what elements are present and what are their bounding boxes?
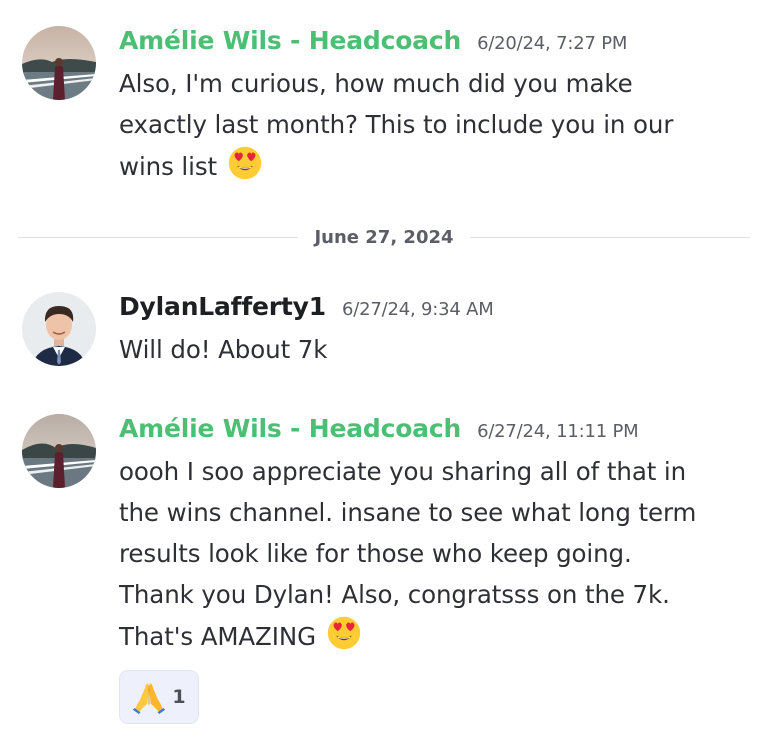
message-header: Amélie Wils - Headcoach 6/20/24, 7:27 PM bbox=[119, 26, 748, 60]
message-line: Thank you Dylan! Also, congratsss on the… bbox=[119, 580, 670, 609]
message-line: oooh I soo appreciate you sharing all of… bbox=[119, 457, 687, 486]
divider-line bbox=[469, 236, 750, 238]
message-header: DylanLafferty1 6/27/24, 9:34 AM bbox=[119, 292, 748, 326]
heart-eyes-emoji bbox=[326, 615, 362, 651]
message-line: Also, I'm curious, how much did you make bbox=[119, 69, 633, 98]
timestamp: 6/27/24, 9:34 AM bbox=[341, 299, 494, 320]
message-line-text: wins list bbox=[119, 152, 218, 181]
message-1: Amélie Wils - Headcoach 6/20/24, 7:27 PM… bbox=[0, 26, 768, 196]
author-name[interactable]: DylanLafferty1 bbox=[119, 292, 326, 321]
message-line: the wins channel. insane to see what lon… bbox=[119, 498, 697, 527]
author-name[interactable]: Amélie Wils - Headcoach bbox=[119, 26, 461, 55]
message-content: Amélie Wils - Headcoach 6/20/24, 7:27 PM… bbox=[119, 26, 748, 187]
reaction-count: 1 bbox=[172, 686, 186, 708]
message-line-last: That's AMAZING bbox=[119, 615, 748, 657]
divider-line bbox=[18, 236, 299, 238]
avatar[interactable] bbox=[22, 292, 96, 366]
avatar[interactable] bbox=[22, 26, 96, 100]
timestamp: 6/20/24, 7:27 PM bbox=[477, 33, 628, 54]
message-line: exactly last month? This to include you … bbox=[119, 110, 674, 139]
message-header: Amélie Wils - Headcoach 6/27/24, 11:11 P… bbox=[119, 414, 748, 448]
message-line-text: That's AMAZING bbox=[119, 622, 316, 651]
message-line: results look like for those who keep goi… bbox=[119, 539, 632, 568]
reaction-button[interactable]: 1 bbox=[119, 670, 199, 724]
message-line-last: wins list bbox=[119, 145, 748, 187]
date-divider: June 27, 2024 bbox=[18, 225, 750, 249]
message-text: Also, I'm curious, how much did you make… bbox=[119, 63, 748, 187]
message-text: oooh I soo appreciate you sharing all of… bbox=[119, 451, 748, 657]
divider-date-label: June 27, 2024 bbox=[314, 226, 454, 248]
timestamp: 6/27/24, 11:11 PM bbox=[477, 421, 639, 442]
message-2: DylanLafferty1 6/27/24, 9:34 AM Will do!… bbox=[0, 292, 768, 382]
heart-eyes-emoji bbox=[227, 145, 263, 181]
avatar[interactable] bbox=[22, 414, 96, 488]
message-content: Amélie Wils - Headcoach 6/27/24, 11:11 P… bbox=[119, 414, 748, 657]
folded-hands-emoji bbox=[133, 683, 166, 714]
message-3: Amélie Wils - Headcoach 6/27/24, 11:11 P… bbox=[0, 414, 768, 664]
message-content: DylanLafferty1 6/27/24, 9:34 AM Will do!… bbox=[119, 292, 748, 370]
message-text: Will do! About 7k bbox=[119, 329, 748, 370]
message-line: Will do! About 7k bbox=[119, 335, 328, 364]
author-name[interactable]: Amélie Wils - Headcoach bbox=[119, 414, 461, 443]
